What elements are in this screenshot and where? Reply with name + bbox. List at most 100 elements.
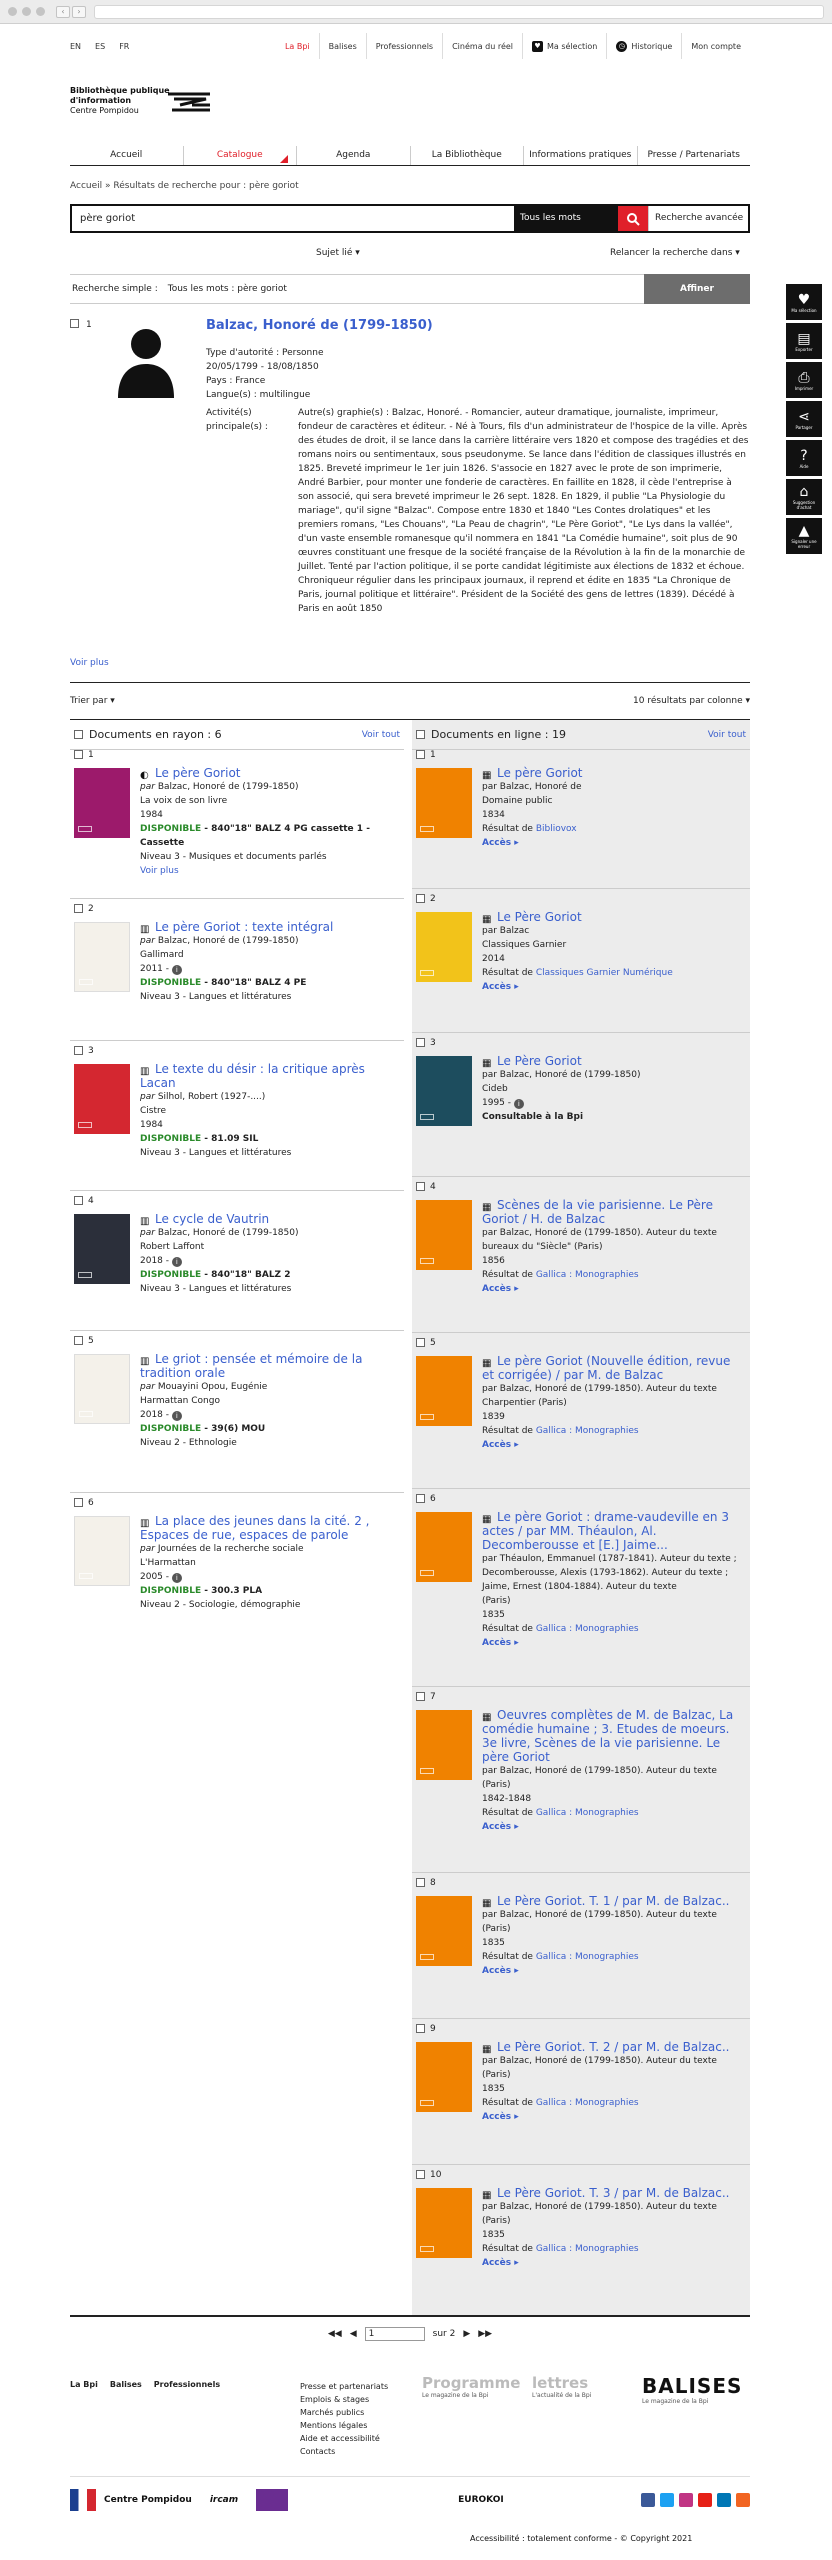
result-checkbox[interactable] [74,904,83,913]
menu-catalogue[interactable]: Catalogue [184,146,297,165]
result-cover-image[interactable] [416,768,472,838]
result-checkbox[interactable] [416,1878,425,1887]
info-icon[interactable]: i [513,1099,524,1109]
result-source-link[interactable]: Gallica : Monographies [536,1270,639,1280]
eurokoi-logo[interactable]: EUROKOI [458,2495,504,2505]
result-checkbox[interactable] [416,2024,425,2033]
sort-dropdown[interactable]: Trier par ▾ [70,696,115,706]
authority-title[interactable]: Balzac, Honoré de (1799-1850) [206,318,433,333]
result-source-link[interactable]: Gallica : Monographies [536,1624,639,1634]
lang-es[interactable]: ES [95,42,105,51]
instagram-icon[interactable] [679,2492,693,2507]
result-source-link[interactable]: Gallica : Monographies [536,2098,639,2108]
result-access-link[interactable]: Accès ▸ [482,836,746,850]
result-title-link[interactable]: ▦ Le Père Goriot [482,910,746,925]
info-icon[interactable]: i [171,1411,182,1421]
result-cover-image[interactable] [416,2042,472,2112]
menu-agenda[interactable]: Agenda [297,146,411,165]
lettres-link[interactable]: lettres L'actualité de la Bpi [532,2374,591,2399]
result-title-link[interactable]: ▦ Le père Goriot [482,766,746,781]
result-title-link[interactable]: ▦ Le Père Goriot. T. 2 / par M. de Balzac… [482,2040,746,2055]
result-title-link[interactable]: ▦ Scènes de la vie parisienne. Le Père Go… [482,1198,746,1226]
online-see-all-link[interactable]: Voir tout [708,730,746,740]
result-cover-image[interactable] [74,768,130,838]
result-source-link[interactable]: Gallica : Monographies [536,2244,639,2254]
advanced-search-link[interactable]: Recherche avancée [648,206,748,231]
programme-magazine-link[interactable]: Programme Le magazine de la Bpi [422,2374,520,2399]
window-minimize-dot[interactable] [22,7,31,16]
result-title-link[interactable]: ▥ La place des jeunes dans la cité. 2 , E… [140,1514,400,1542]
result-title-link[interactable]: ▥ Le griot : pensée et mémoire de la trad… [140,1352,400,1380]
prev-page-icon[interactable]: ◀ [350,2329,357,2339]
result-cover-image[interactable] [416,1512,472,1582]
result-checkbox[interactable] [74,750,83,759]
result-access-link[interactable]: Accès ▸ [482,1438,746,1452]
balises-logo[interactable]: BALISES Le magazine de la Bpi [642,2374,742,2405]
footer-link-emplois[interactable]: Emplois & stages [300,2393,388,2406]
centre-pompidou-logo[interactable]: Centre Pompidou [104,2495,192,2505]
result-checkbox[interactable] [416,1182,425,1191]
result-title-link[interactable]: ▦ Oeuvres complètes de M. de Balzac, La c… [482,1708,746,1764]
related-subject-dropdown[interactable]: Sujet lié ▾ [316,248,360,258]
result-checkbox[interactable] [74,1498,83,1507]
result-access-link[interactable]: Accès ▸ [482,1636,746,1650]
result-title-link[interactable]: ▥ Le père Goriot : texte intégral [140,920,400,935]
window-zoom-dot[interactable] [36,7,45,16]
result-source-link[interactable]: Gallica : Monographies [536,1808,639,1818]
shelf-select-all-checkbox[interactable] [74,730,83,739]
result-title-link[interactable]: ▦ Le Père Goriot. T. 3 / par M. de Balzac… [482,2186,746,2201]
footer-link-mentions[interactable]: Mentions légales [300,2419,388,2432]
footer-la-bpi[interactable]: La Bpi [70,2380,98,2389]
info-icon[interactable]: i [171,965,182,975]
result-title-link[interactable]: ▥ Le texte du désir : la critique après L… [140,1062,400,1090]
sidebar-print-button[interactable]: ⎙ Imprimer [786,362,822,398]
facebook-icon[interactable] [641,2492,655,2507]
authority-see-more-link[interactable]: Voir plus [70,658,109,668]
result-access-link[interactable]: Accès ▸ [482,1820,746,1834]
result-cover-image[interactable] [74,922,130,992]
result-title-link[interactable]: ▦ Le Père Goriot [482,1054,746,1069]
menu-presse[interactable]: Presse / Partenariats [638,146,751,165]
sidebar-help-button[interactable]: ? Aide [786,440,822,476]
linkedin-icon[interactable] [717,2492,731,2507]
result-checkbox[interactable] [416,894,425,903]
result-checkbox[interactable] [416,1494,425,1503]
result-cover-image[interactable] [416,1200,472,1270]
youtube-icon[interactable] [698,2492,712,2507]
twitter-icon[interactable] [660,2492,674,2507]
footer-link-presse[interactable]: Presse et partenariats [300,2380,388,2393]
result-checkbox[interactable] [416,1338,425,1347]
ircam-logo[interactable]: ircam [210,2495,238,2505]
result-cover-image[interactable] [74,1516,130,1586]
first-page-icon[interactable]: ◀◀ [328,2329,342,2339]
result-source-link[interactable]: Gallica : Monographies [536,1952,639,1962]
result-source-link[interactable]: Classiques Garnier Numérique [536,968,673,978]
result-checkbox[interactable] [416,2170,425,2179]
result-checkbox[interactable] [74,1046,83,1055]
result-cover-image[interactable] [74,1354,130,1424]
result-checkbox[interactable] [74,1196,83,1205]
footer-link-contacts[interactable]: Contacts [300,2445,388,2458]
window-close-dot[interactable] [8,7,17,16]
result-checkbox[interactable] [416,1038,425,1047]
bpi-logo[interactable]: Bibliothèque publique d'information Cent… [70,86,240,122]
culture-logo[interactable] [256,2488,289,2511]
results-per-column-dropdown[interactable]: 10 résultats par colonne ▾ [633,696,750,706]
result-title-link[interactable]: ▥ Le cycle de Vautrin [140,1212,400,1227]
next-page-icon[interactable]: ▶ [463,2329,470,2339]
breadcrumb[interactable]: Accueil » Résultats de recherche pour : … [70,181,299,191]
result-access-link[interactable]: Accès ▸ [482,2256,746,2270]
relaunch-search-dropdown[interactable]: Relancer la recherche dans ▾ [610,248,740,258]
result-title-link[interactable]: ▦ Le père Goriot (Nouvelle édition, revue… [482,1354,746,1382]
shelf-see-all-link[interactable]: Voir tout [362,730,400,740]
my-selection-link[interactable]: ♥ Ma sélection [522,33,606,59]
rss-icon[interactable] [736,2492,750,2507]
online-select-all-checkbox[interactable] [416,730,425,739]
top-nav-professionnels[interactable]: Professionnels [365,33,442,59]
result-source-link[interactable]: Bibliovox [536,824,577,834]
account-link[interactable]: Mon compte [681,33,750,59]
result-title-link[interactable]: ▦ Le Père Goriot. T. 1 / par M. de Balzac… [482,1894,746,1909]
forward-icon[interactable]: › [72,5,86,18]
footer-balises[interactable]: Balises [110,2380,142,2389]
sidebar-selection-button[interactable]: ♥ Ma sélection [786,284,822,320]
